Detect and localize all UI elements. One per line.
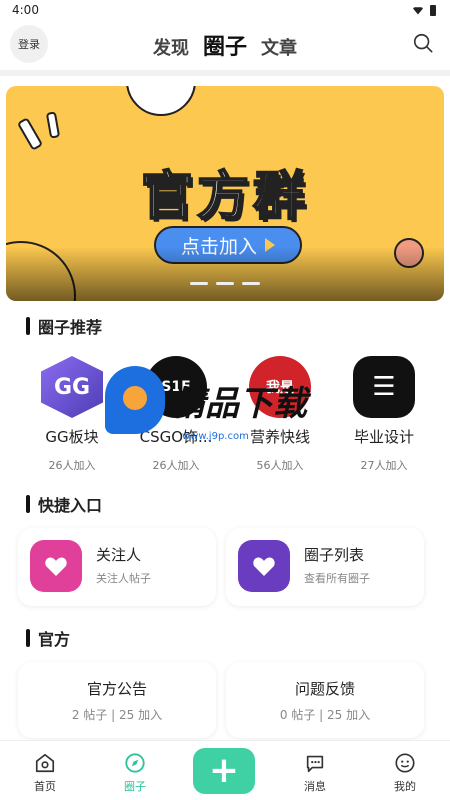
banner-decoration [16,117,44,151]
section-marker [26,495,30,513]
banner-shade [6,246,444,301]
login-button[interactable]: 登录 [10,25,48,63]
plus-icon: + [208,750,240,791]
circle-member-count: 26人加入 [48,459,96,472]
section-title-text: 官方 [38,630,71,649]
wifi-icon [412,7,424,15]
search-icon[interactable] [412,32,434,54]
banner-title: 官方群 [140,166,309,228]
status-time: 4:00 [12,3,39,17]
carousel-dot[interactable] [216,282,234,285]
nav-label: 消息 [304,780,326,793]
card-stats: 2 帖子 | 25 加入 [71,708,163,722]
nav-home[interactable]: 首页 [10,752,80,794]
card-title: 官方公告 [86,680,147,698]
card-subtitle: 关注人帖子 [96,572,151,585]
shortcut-following-card[interactable]: 关注人 关注人帖子 [18,528,216,606]
tab-articles[interactable]: 文章 [261,34,297,60]
profile-icon [395,753,415,773]
card-title: 圈子列表 [304,546,365,564]
top-tabs: 发现 圈子 文章 [153,29,297,61]
section-official-title: 官方 [26,626,70,650]
carousel-dot[interactable] [242,282,260,285]
section-title-text: 快捷入口 [38,496,103,515]
circle-item[interactable]: GG GG板块 26人加入 [20,356,124,473]
card-stats: 0 帖子 | 25 加入 [279,708,371,722]
circle-item[interactable]: 我是 营养快线 56人加入 [228,356,332,473]
nav-label: 首页 [34,780,56,793]
nav-circles[interactable]: 圈子 [100,752,170,794]
home-icon [35,753,55,773]
nav-label: 圈子 [124,780,146,793]
battery-icon [430,4,436,16]
circle-member-count: 26人加入 [152,459,200,472]
section-title-text: 圈子推荐 [38,318,103,337]
section-recommended-title: 圈子推荐 [26,314,102,338]
tab-circles[interactable]: 圈子 [203,29,247,61]
circle-member-count: 27人加入 [360,459,408,472]
circle-list-icon-box [238,540,290,592]
card-title: 关注人 [96,546,142,564]
status-bar: 4:00 [0,0,450,20]
card-subtitle: 查看所有圈子 [304,572,370,585]
gg-circle-icon: GG [41,356,103,418]
circle-item[interactable]: S1F CSGO饰... 26人加入 [124,356,228,473]
banner-decoration [126,86,196,116]
official-announcement-card[interactable]: 官方公告 2 帖子 | 25 加入 [18,662,216,738]
circle-name: GG板块 [45,428,99,446]
circle-name: 营养快线 [249,428,310,446]
create-post-button[interactable]: + [193,748,255,794]
graduation-circle-icon: ☰ [353,356,415,418]
nav-messages[interactable]: 消息 [280,752,350,794]
top-header: 登录 发现 圈子 文章 [0,20,450,70]
app-page: 4:00 登录 发现 圈子 文章 官方群 点击加入 [0,0,450,800]
tab-discover[interactable]: 发现 [153,34,189,60]
circle-item[interactable]: ☰ 毕业设计 27人加入 [332,356,436,473]
heart-icon [253,556,275,576]
bottom-nav: 首页 圈子 消息 我的 + [0,740,450,800]
shortcut-circle-list-card[interactable]: 圈子列表 查看所有圈子 [226,528,424,606]
section-marker [26,629,30,647]
carousel-indicator [6,282,444,285]
carousel-dot[interactable] [190,282,208,285]
recommended-circles: GG GG板块 26人加入 S1F CSGO饰... 26人加入 我是 营养快线… [20,356,440,473]
message-icon [306,755,324,773]
circle-name: CSGO饰... [139,428,213,446]
banner-decoration [45,111,61,139]
official-feedback-card[interactable]: 问题反馈 0 帖子 | 25 加入 [226,662,424,738]
status-icons [412,4,436,16]
following-icon-box [30,540,82,592]
banner[interactable]: 官方群 点击加入 [6,86,444,301]
nutrition-circle-icon: 我是 [249,356,311,418]
circle-member-count: 56人加入 [256,459,304,472]
card-title: 问题反馈 [294,680,355,698]
section-marker [26,317,30,335]
nav-profile[interactable]: 我的 [370,752,440,794]
heart-icon [45,556,67,576]
csgo-circle-icon: S1F [145,356,207,418]
compass-icon [125,753,145,773]
main-content: 官方群 点击加入 圈子推荐 GG GG板块 26人加入 S1F [0,70,450,740]
section-shortcuts-title: 快捷入口 [26,492,102,516]
nav-label: 我的 [394,780,416,793]
circle-name: 毕业设计 [353,428,414,446]
